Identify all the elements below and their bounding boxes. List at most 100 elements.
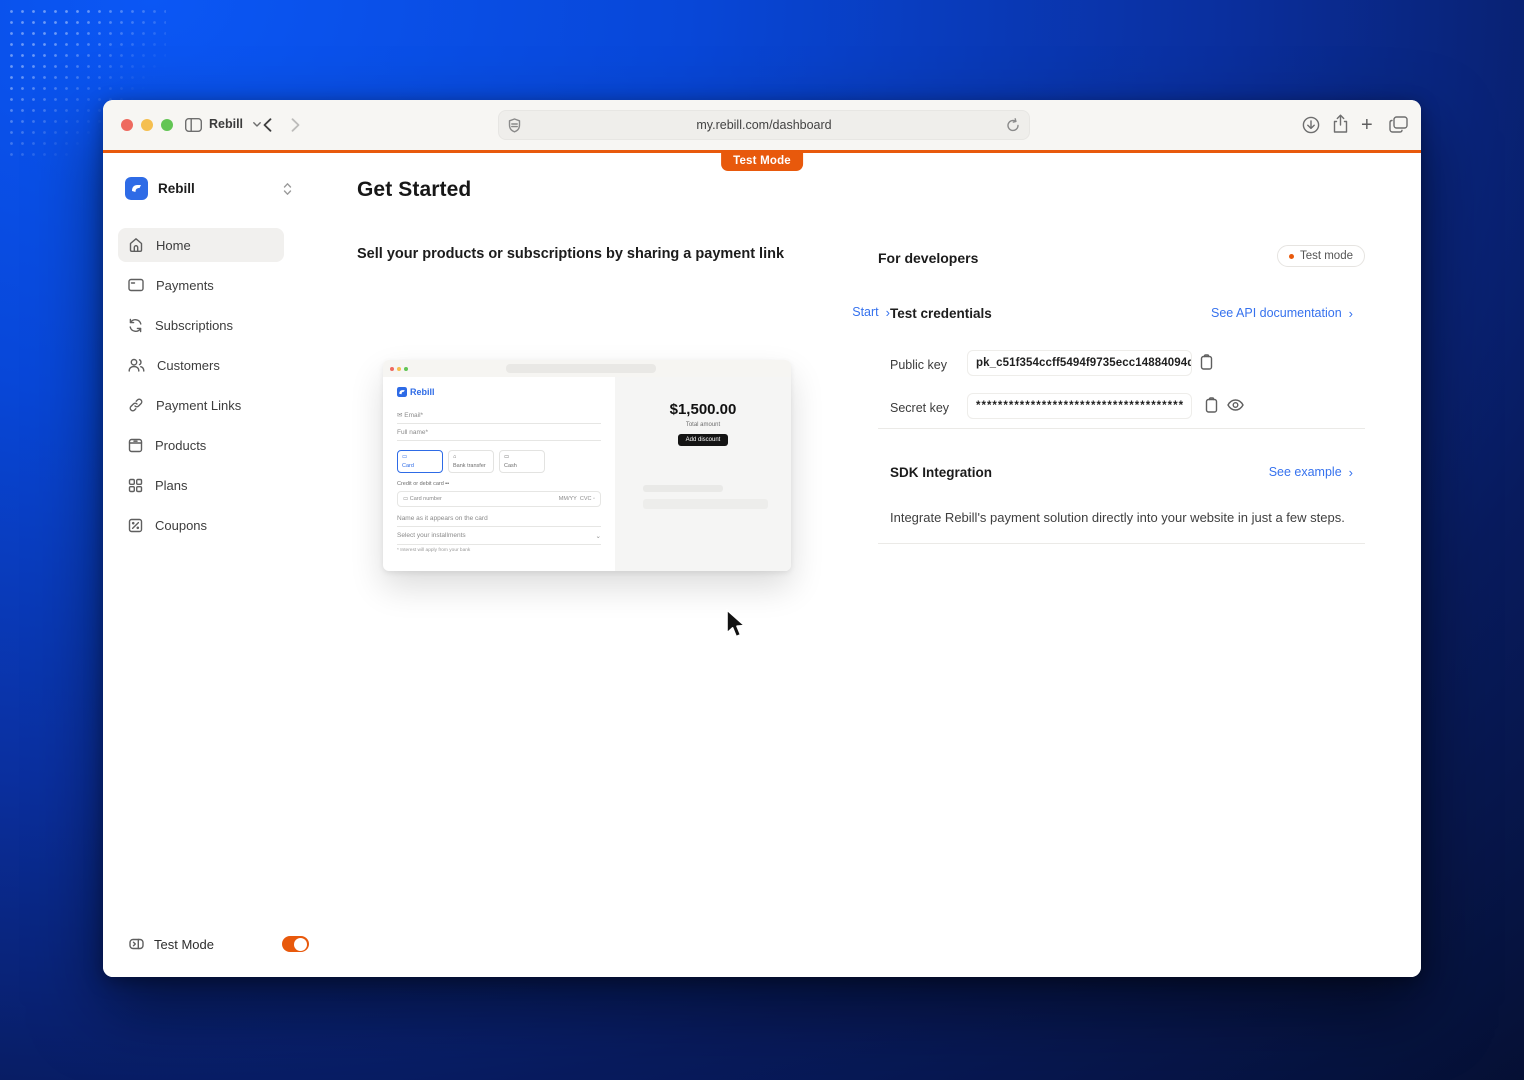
plans-grid-icon	[128, 478, 143, 493]
tab-chevron-down-icon[interactable]	[253, 122, 261, 127]
preview-method-cash: ▭ Cash	[499, 450, 545, 473]
copy-icon[interactable]	[1205, 397, 1218, 413]
share-icon[interactable]	[1332, 114, 1349, 134]
credit-card-icon	[128, 278, 144, 292]
test-mode-toggle[interactable]	[281, 936, 309, 952]
sdk-integration-heading: SDK Integration	[890, 465, 993, 480]
workspace-name: Rebill	[158, 181, 195, 196]
preview-summary-panel: $1,500.00 Total amount Add discount	[615, 377, 791, 571]
browser-window: Rebill my.rebill.com/dashboard + Test Mo…	[103, 100, 1421, 977]
link-icon	[128, 397, 144, 413]
preview-checkout-form: Rebill ✉ Email* Full name* ▭ Card ⌂ Bank t…	[383, 377, 615, 571]
minimize-window-button[interactable]	[141, 119, 153, 131]
public-key-value[interactable]: pk_c51f354ccff5494f9735ecc14884094d	[967, 350, 1192, 376]
orange-dot-icon	[1288, 253, 1294, 259]
preview-url-pill	[506, 364, 656, 373]
refresh-cycle-icon	[128, 318, 143, 333]
sidebar-item-label: Subscriptions	[155, 317, 234, 333]
see-api-documentation-link[interactable]: See API documentation ›	[1211, 306, 1353, 320]
payment-link-preview: Rebill ✉ Email* Full name* ▭ Card ⌂ Bank t…	[383, 360, 791, 571]
reload-icon[interactable]	[1006, 118, 1020, 133]
sidebar: Rebill Home Payments Subscriptions Custo…	[103, 153, 333, 977]
public-key-row: Public key pk_c51f354ccff5494f9735ecc148…	[890, 350, 1353, 376]
see-example-link[interactable]: See example ›	[1269, 465, 1353, 479]
test-mode-switch-icon	[129, 938, 144, 950]
preview-add-discount-button: Add discount	[677, 434, 729, 446]
preview-method-bank: ⌂ Bank transfer	[448, 450, 494, 473]
test-mode-row: Test Mode	[129, 936, 309, 952]
rebill-logo-icon	[125, 177, 148, 200]
preview-amount: $1,500.00	[669, 401, 737, 418]
browser-chrome: Rebill my.rebill.com/dashboard +	[103, 100, 1421, 150]
sidebar-item-label: Home	[156, 237, 191, 253]
preview-interest-note: * Interest will apply from your bank	[397, 548, 471, 553]
test-credentials-heading: Test credentials	[890, 306, 992, 321]
coupon-ticket-icon	[128, 518, 143, 533]
preview-installments-field: Select your installments ⌄	[397, 527, 601, 545]
preview-email-field: ✉ Email*	[397, 406, 601, 424]
workspace-switcher[interactable]: Rebill	[125, 177, 292, 200]
downloads-icon[interactable]	[1302, 116, 1320, 134]
close-window-button[interactable]	[121, 119, 133, 131]
sidebar-item-home[interactable]: Home	[118, 228, 284, 262]
divider	[878, 428, 1365, 429]
sidebar-item-label: Plans	[155, 477, 188, 493]
back-button[interactable]	[263, 118, 272, 137]
test-credentials-header: Test credentials See API documentation ›	[890, 305, 1353, 323]
for-developers-heading: For developers	[878, 250, 979, 266]
sdk-integration-header: SDK Integration See example ›	[890, 464, 1353, 482]
sidebar-item-label: Customers	[157, 357, 220, 373]
mouse-cursor	[724, 608, 748, 645]
zoom-window-button[interactable]	[161, 119, 173, 131]
for-developers-section: For developers Test mode Test credential…	[878, 245, 1365, 544]
url-text: my.rebill.com/dashboard	[696, 118, 832, 132]
customers-people-icon	[128, 358, 145, 372]
secret-key-row: Secret key *****************************…	[890, 393, 1353, 419]
divider	[878, 543, 1365, 544]
test-mode-label: Test Mode	[154, 936, 214, 952]
preview-rebill-logo: Rebill	[397, 387, 601, 397]
url-bar[interactable]: my.rebill.com/dashboard	[498, 110, 1030, 140]
preview-card-section-label: Credit or debit card ▪▪	[397, 481, 450, 487]
preview-name-on-card-field: Name as it appears on the card	[397, 510, 601, 527]
sdk-description: Integrate Rebill's payment solution dire…	[890, 510, 1345, 525]
copy-icon[interactable]	[1200, 354, 1213, 370]
forward-button[interactable]	[291, 118, 300, 137]
sidebar-item-label: Coupons	[155, 517, 208, 533]
app-page: Test Mode Rebill Home Payments Subscript…	[103, 150, 1421, 977]
public-key-label: Public key	[890, 358, 947, 372]
sidebar-item-payment-links[interactable]: Payment Links	[118, 388, 284, 422]
secret-key-value-masked[interactable]: **************************************	[967, 393, 1192, 419]
privacy-shield-icon[interactable]	[508, 118, 521, 133]
sidebar-item-products[interactable]: Products	[118, 428, 284, 462]
sidebar-item-coupons[interactable]: Coupons	[118, 508, 284, 542]
test-mode-top-badge: Test Mode	[721, 152, 803, 171]
sidebar-item-payments[interactable]: Payments	[118, 268, 284, 302]
sidebar-item-label: Products	[155, 437, 207, 453]
product-box-icon	[128, 438, 143, 453]
sidebar-item-customers[interactable]: Customers	[118, 348, 284, 382]
home-icon	[128, 237, 144, 253]
tab-overview-icon[interactable]	[1389, 116, 1408, 133]
sidebar-toggle-icon[interactable]	[185, 118, 202, 132]
new-tab-icon[interactable]: +	[1361, 115, 1373, 135]
workspace-selector-icon[interactable]	[283, 182, 292, 196]
page-title: Get Started	[357, 178, 472, 201]
preview-total-label: Total amount	[685, 422, 721, 428]
sidebar-item-plans[interactable]: Plans	[118, 468, 284, 502]
secret-key-label: Secret key	[890, 401, 950, 415]
sidebar-nav: Home Payments Subscriptions Customers Pa…	[118, 228, 284, 548]
payment-link-heading: Sell your products or subscriptions by s…	[357, 246, 785, 262]
preview-browser-chrome	[383, 360, 791, 377]
preview-card-number-row: ▭ Card number MM/YY CVC ◦	[397, 491, 601, 507]
start-link[interactable]: Start ›	[852, 305, 890, 319]
sidebar-item-subscriptions[interactable]: Subscriptions	[118, 308, 284, 342]
chevron-right-icon: ›	[1348, 305, 1353, 321]
sidebar-item-label: Payments	[156, 277, 214, 293]
test-mode-pill: Test mode	[1276, 245, 1365, 267]
preview-fullname-field: Full name*	[397, 424, 601, 441]
reveal-eye-icon[interactable]	[1227, 399, 1244, 411]
preview-method-card: ▭ Card	[397, 450, 443, 473]
chevron-right-icon: ›	[1348, 464, 1353, 480]
browser-tab-title[interactable]: Rebill	[209, 117, 243, 131]
